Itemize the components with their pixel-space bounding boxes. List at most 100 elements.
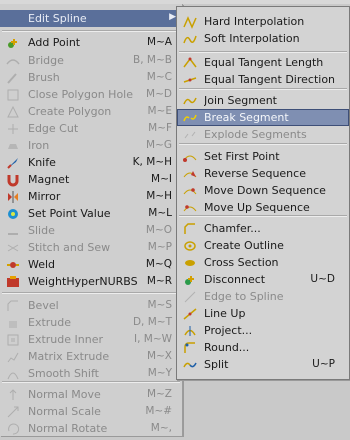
mirror-icon — [6, 190, 20, 204]
menu-item-shortcut: M~G — [146, 139, 172, 151]
submenu-item-chamfer[interactable]: Chamfer... — [177, 220, 349, 237]
close-hole-icon — [6, 88, 20, 102]
menu-item-label: Line Up — [204, 307, 246, 320]
menu-item-add-point[interactable]: Add Point M~A — [0, 34, 182, 51]
menu-item-weld[interactable]: Weld M~Q — [0, 256, 182, 273]
menu-item-shortcut: M~O — [145, 224, 172, 236]
disconnect-icon — [183, 273, 197, 287]
line-up-icon — [183, 307, 197, 321]
menu-item-smooth-shift: Smooth Shift M~Y — [0, 365, 182, 382]
split-icon — [183, 358, 197, 372]
submenu-item-move-up-sequence[interactable]: Move Up Sequence — [177, 199, 349, 216]
menu-item-label: Edit Spline — [28, 12, 87, 25]
submenu-arrow-icon: ▶ — [169, 12, 176, 22]
menu-separator — [2, 30, 180, 32]
menu-item-normal-scale: Normal Scale M~# — [0, 403, 182, 420]
menu-item-iron: Iron M~G — [0, 137, 182, 154]
submenu-item-reverse-sequence[interactable]: Reverse Sequence — [177, 165, 349, 182]
submenu-item-equal-tangent-direction[interactable]: Equal Tangent Direction — [177, 71, 349, 88]
menu-item-label: Chamfer... — [204, 222, 261, 235]
break-segment-icon — [183, 111, 197, 125]
menu-separator — [179, 143, 347, 145]
menu-item-close-polygon-hole: Close Polygon Hole M~D — [0, 86, 182, 103]
set-point-value-icon — [6, 207, 20, 221]
normal-move-icon — [6, 388, 20, 402]
menu-item-shortcut: M~F — [148, 122, 172, 134]
submenu-item-soft-interpolation[interactable]: Soft Interpolation — [177, 30, 349, 47]
menu-separator — [179, 51, 347, 53]
submenu-item-hard-interpolation[interactable]: Hard Interpolation — [177, 13, 349, 30]
cross-section-icon — [183, 256, 197, 270]
bevel-icon — [6, 299, 20, 313]
menu-item-label: Hard Interpolation — [204, 15, 305, 28]
menu-separator — [2, 292, 180, 294]
submenu-item-split[interactable]: Split U~P — [177, 356, 349, 373]
menu-item-label: Move Up Sequence — [204, 201, 310, 214]
menu-item-shortcut: I, M~W — [133, 333, 172, 345]
submenu-item-set-first-point[interactable]: Set First Point — [177, 148, 349, 165]
menu-item-label: Cross Section — [204, 256, 279, 269]
menu-item-edit-spline[interactable]: Edit Spline ▶ — [0, 10, 182, 27]
menu-item-slide: Slide M~O — [0, 222, 182, 239]
extrude-icon — [6, 316, 20, 330]
menu-item-shortcut: M~I — [151, 173, 172, 185]
reverse-sequence-icon — [183, 167, 197, 181]
submenu-item-line-up[interactable]: Line Up — [177, 305, 349, 322]
slide-icon — [6, 224, 20, 238]
menu-item-shortcut: M~S — [147, 299, 172, 311]
menu-item-bridge: Bridge B, M~B — [0, 52, 182, 69]
menu-item-magnet[interactable]: Magnet M~I — [0, 171, 182, 188]
stitch-icon — [6, 241, 20, 255]
move-down-sequence-icon — [183, 184, 197, 198]
menu-item-weighthypernurbs[interactable]: WeightHyperNURBS M~R — [0, 273, 182, 290]
edge-to-spline-icon — [183, 290, 197, 304]
move-up-sequence-icon — [183, 201, 197, 215]
menu-item-set-point-value[interactable]: Set Point Value M~L — [0, 205, 182, 222]
matrix-extrude-icon — [6, 350, 20, 364]
menu-item-matrix-extrude: Matrix Extrude M~X — [0, 348, 182, 365]
submenu-item-join-segment[interactable]: Join Segment — [177, 92, 349, 109]
menu-item-label: Equal Tangent Length — [204, 56, 324, 69]
set-first-point-icon — [183, 150, 197, 164]
menu-item-shortcut: M~L — [148, 207, 172, 219]
menu-item-shortcut: D, M~T — [132, 316, 172, 328]
menu-item-shortcut: M~P — [147, 241, 172, 253]
menu-item-edge-cut: Edge Cut M~F — [0, 120, 182, 137]
submenu-item-move-down-sequence[interactable]: Move Down Sequence — [177, 182, 349, 199]
knife-icon — [6, 156, 20, 170]
menu-separator — [179, 88, 347, 90]
menu-item-shortcut: U~D — [310, 273, 335, 285]
menu-item-normal-move: Normal Move M~Z — [0, 386, 182, 403]
menu-item-normal-rotate: Normal Rotate M~, — [0, 420, 182, 437]
submenu-item-cross-section[interactable]: Cross Section — [177, 254, 349, 271]
equal-tangent-direction-icon — [183, 73, 197, 87]
hard-interpolation-icon — [183, 15, 197, 29]
menu-item-label: Join Segment — [204, 94, 277, 107]
menu-item-shortcut: M~Q — [145, 258, 172, 270]
smooth-shift-icon — [6, 367, 20, 381]
weld-icon — [6, 258, 20, 272]
submenu-item-round[interactable]: Round... — [177, 339, 349, 356]
submenu-item-edge-to-spline: Edge to Spline — [177, 288, 349, 305]
menu-item-stitch-and-sew: Stitch and Sew M~P — [0, 239, 182, 256]
menu-item-label: Move Down Sequence — [204, 184, 326, 197]
menu-item-knife[interactable]: Knife K, M~H — [0, 154, 182, 171]
menu-item-shortcut: M~E — [147, 105, 173, 117]
submenu-item-create-outline[interactable]: Create Outline — [177, 237, 349, 254]
menu-item-label: Create Outline — [204, 239, 284, 252]
weight-hypernurbs-icon — [6, 275, 20, 289]
menu-item-shortcut: U~P — [312, 358, 335, 370]
round-icon — [183, 341, 197, 355]
submenu-item-equal-tangent-length[interactable]: Equal Tangent Length — [177, 54, 349, 71]
project-icon — [183, 324, 197, 338]
soft-interpolation-icon — [183, 32, 197, 46]
menu-item-mirror[interactable]: Mirror M~H — [0, 188, 182, 205]
equal-tangent-length-icon — [183, 56, 197, 70]
menu-item-label: Equal Tangent Direction — [204, 73, 336, 86]
menu-item-label: Project... — [204, 324, 253, 337]
menu-item-create-polygon: Create Polygon M~E — [0, 103, 182, 120]
submenu-item-break-segment[interactable]: Break Segment — [177, 109, 349, 126]
submenu-item-project[interactable]: Project... — [177, 322, 349, 339]
submenu-item-disconnect[interactable]: Disconnect U~D — [177, 271, 349, 288]
normal-scale-icon — [6, 405, 20, 419]
